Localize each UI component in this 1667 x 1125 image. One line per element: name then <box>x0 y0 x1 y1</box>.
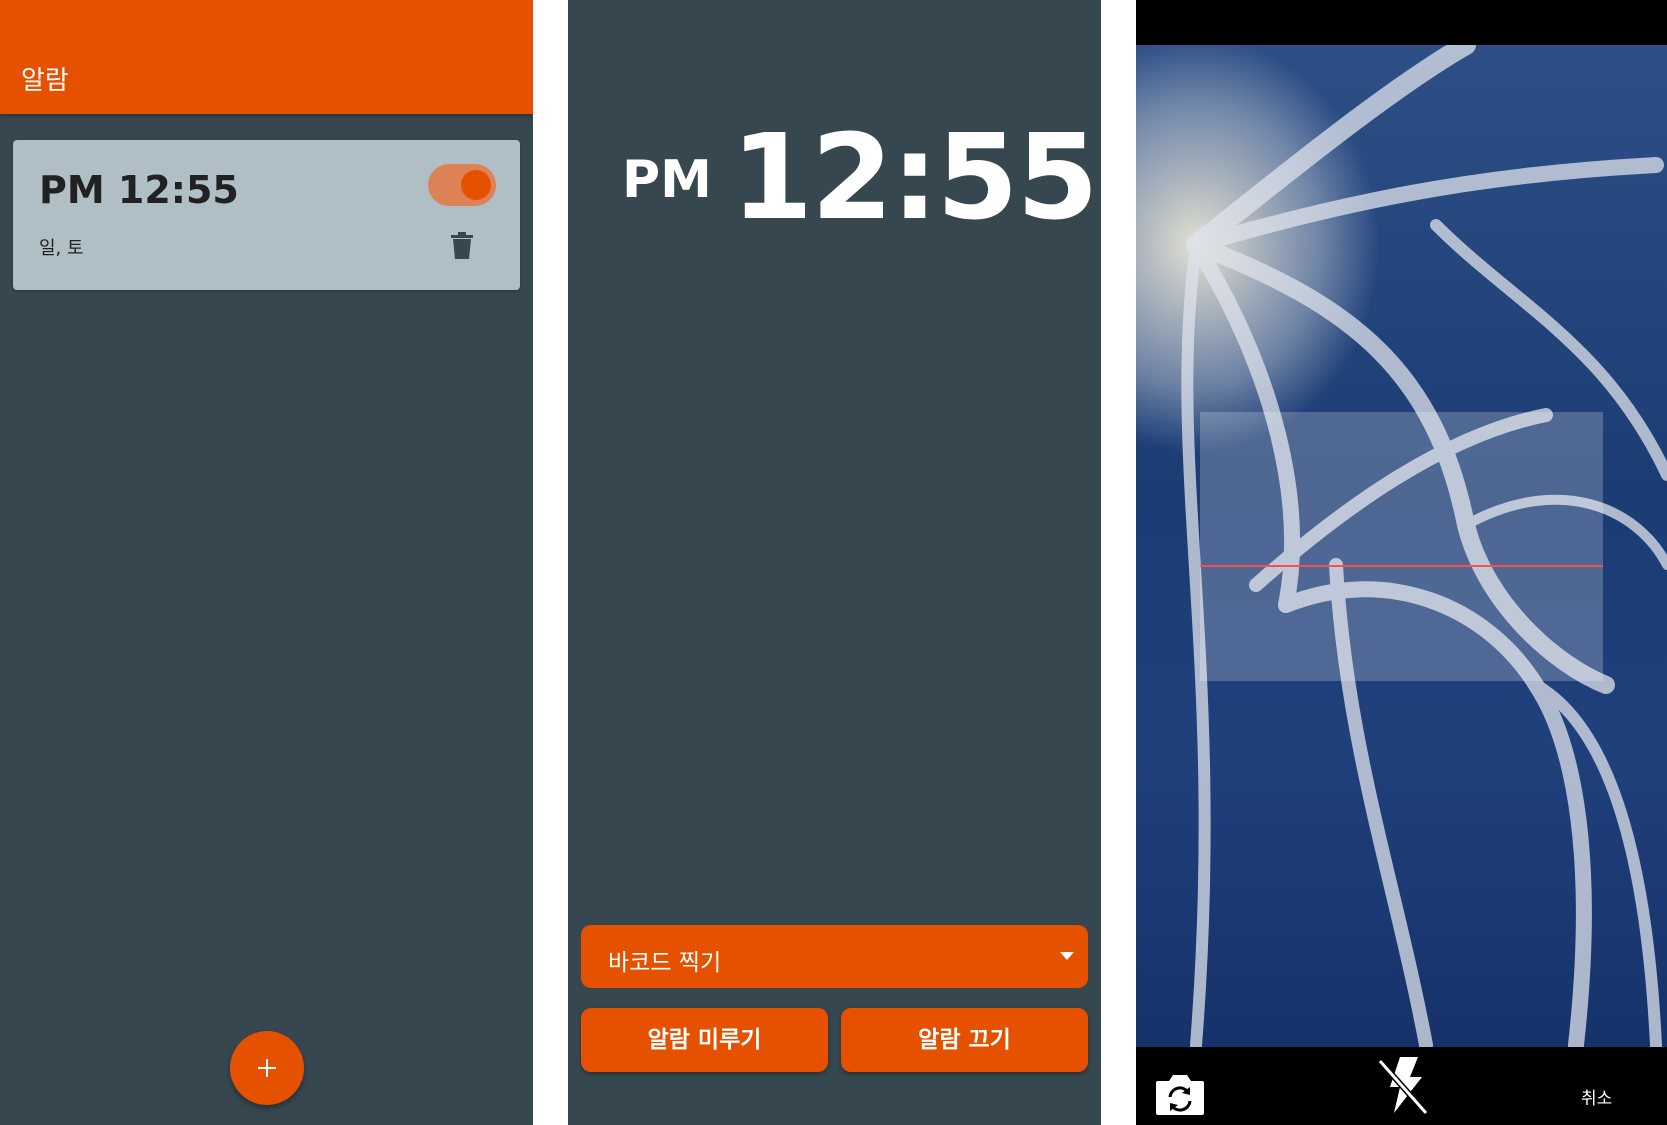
dismiss-alarm-button[interactable]: 알람 끄기 <box>841 1008 1088 1072</box>
alarm-list-screen: 알람 PM 12:55 일, 토 <box>0 0 533 1125</box>
cancel-button[interactable]: 취소 <box>1581 1084 1612 1109</box>
flash-off-icon[interactable] <box>1374 1055 1430 1117</box>
dropdown-arrow-icon <box>1060 952 1074 960</box>
alarm-card[interactable]: PM 12:55 일, 토 <box>13 140 520 290</box>
alarm-ringing-screen: PM 12:55 바코드 찍기 알람 미루기 알람 끄기 <box>568 0 1101 1125</box>
delete-icon[interactable] <box>450 232 474 260</box>
plus-icon <box>258 1059 276 1077</box>
add-alarm-button[interactable] <box>230 1031 304 1105</box>
snooze-button[interactable]: 알람 미루기 <box>581 1008 828 1072</box>
alarm-time: PM 12:55 <box>39 168 239 212</box>
scan-line <box>1200 565 1603 567</box>
alarm-days: 일, 토 <box>39 238 84 259</box>
mission-dropdown[interactable]: 바코드 찍기 <box>581 925 1088 988</box>
alarm-enable-toggle[interactable] <box>428 164 496 206</box>
scan-area <box>1200 412 1603 681</box>
camera-preview <box>1136 45 1667 1047</box>
app-bar-title: 알람 <box>21 66 69 96</box>
barcode-scanner-screen: 취소 <box>1136 0 1667 1125</box>
toggle-thumb <box>461 170 491 200</box>
ampm-label: PM <box>622 150 712 210</box>
app-bar: 알람 <box>0 0 533 114</box>
current-time: 12:55 <box>731 108 1099 246</box>
camera-switch-icon[interactable] <box>1154 1071 1206 1117</box>
mission-dropdown-value: 바코드 찍기 <box>608 950 722 976</box>
